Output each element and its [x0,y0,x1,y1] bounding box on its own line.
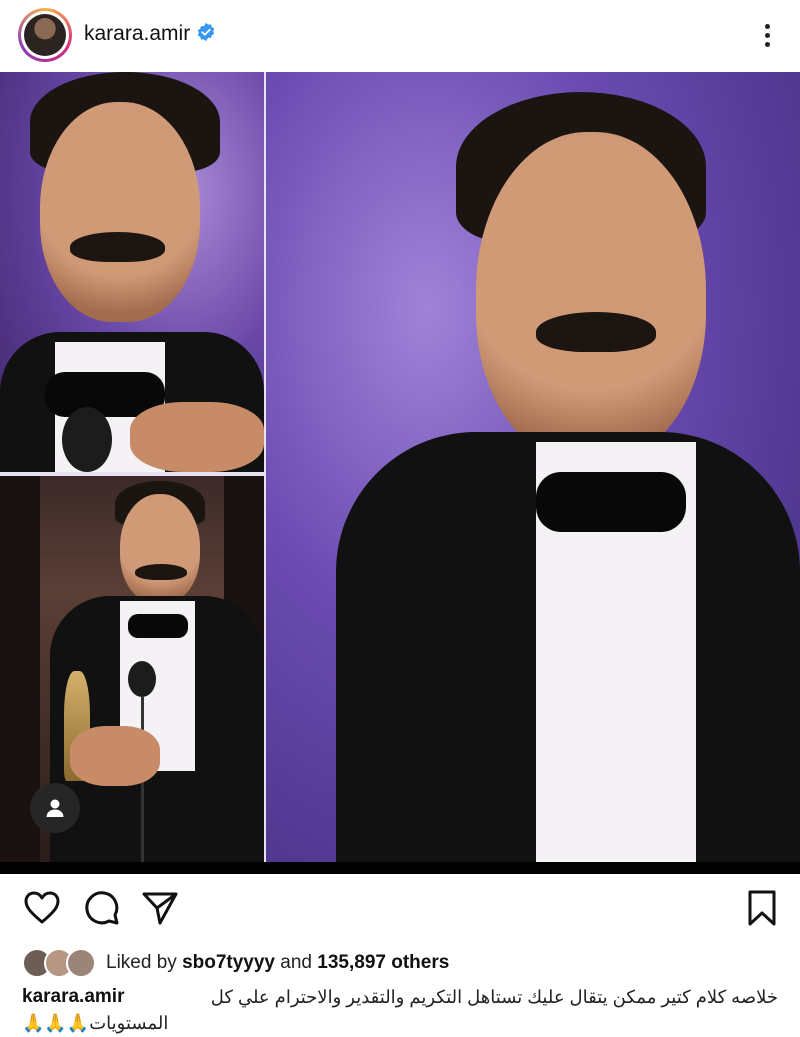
more-vertical-icon[interactable] [755,18,779,52]
heart-icon[interactable] [22,888,62,928]
likes-prefix: Liked by [106,952,177,973]
likes-summary[interactable]: Liked by sbo7tyyyy and 135,897 others [22,948,449,978]
send-icon[interactable] [140,888,180,928]
profile-avatar[interactable] [18,8,72,62]
photo-panel-closeup-smiling [0,72,264,472]
post-header: karara.amir [0,0,800,70]
likes-text: Liked by sbo7tyyyy and 135,897 others [106,952,449,974]
photo-panel-portrait-large [266,72,800,862]
liker-avatar [66,948,96,978]
liker-username[interactable]: sbo7tyyyy [182,952,275,973]
verified-badge-icon [197,22,215,42]
caption-username[interactable]: karara.amir [22,984,124,1010]
avatar-photo [24,14,66,56]
post-username[interactable]: karara.amir [84,22,190,46]
post-caption: karara.amir خلاصه كلام كتير ممكن يتقال ع… [22,984,778,1036]
panel-divider-horizontal [0,472,264,476]
caption-text-line2: المستويات🙏🙏🙏 [22,1013,169,1033]
likes-connector: and [280,952,312,973]
liker-avatars [22,948,96,978]
bookmark-icon[interactable] [742,888,782,928]
post-image[interactable] [0,72,800,862]
panel-divider-vertical [264,72,266,862]
tagged-users-icon[interactable] [30,783,80,833]
comment-icon[interactable] [82,888,122,928]
media-bottom-edge [0,862,800,874]
caption-text-line1: خلاصه كلام كتير ممكن يتقال عليك تستاهل ا… [210,987,778,1007]
post-actions-bar [0,888,800,932]
likes-others-count[interactable]: 135,897 others [317,952,449,973]
